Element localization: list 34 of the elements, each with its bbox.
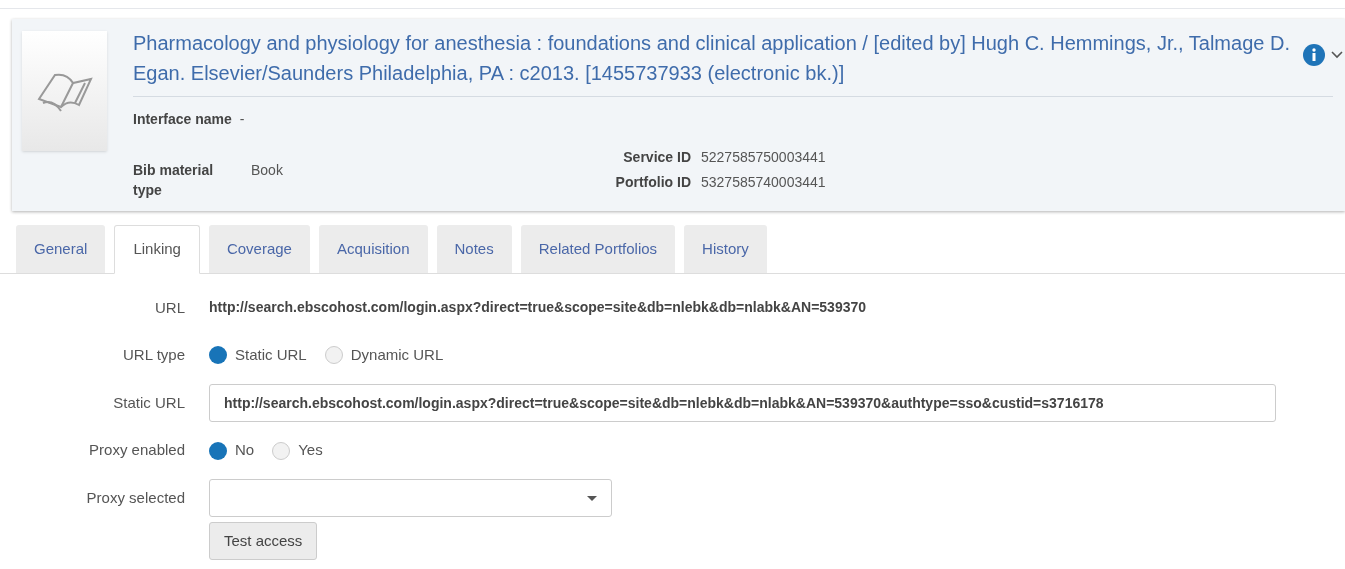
tab[interactable]: General — [16, 225, 106, 273]
radio-button[interactable] — [209, 346, 227, 365]
field-label: Portfolio ID — [614, 173, 692, 192]
tab[interactable]: Linking — [114, 225, 200, 274]
caret-icon — [587, 495, 597, 501]
field-label: Bib material type — [133, 161, 215, 200]
tab[interactable]: Notes — [436, 225, 512, 273]
tab[interactable]: Acquisition — [318, 225, 428, 273]
radio-label[interactable]: Dynamic URL — [350, 344, 444, 367]
radio-label[interactable]: Static URL — [235, 344, 307, 367]
field-value: 5327585740003441 — [701, 173, 826, 192]
field-label: Interface name — [133, 110, 233, 129]
info-icon[interactable] — [1303, 44, 1325, 66]
field-label: Proxy selected — [85, 487, 185, 508]
radio-label[interactable]: No — [235, 439, 255, 462]
chevron-down-icon[interactable] — [1331, 51, 1343, 59]
tab[interactable]: Coverage — [208, 225, 310, 273]
radio-button[interactable] — [324, 346, 343, 365]
field-value: Book — [251, 161, 283, 180]
url-text: http://search.ebscohost.com/login.aspx?direct=true&scope=site&db=nlebk&db=nlabk&AN=539370 — [209, 298, 867, 318]
field-label: Service ID — [622, 148, 692, 167]
field-value: - — [239, 110, 245, 129]
field-label: Proxy enabled — [88, 440, 185, 461]
tab[interactable]: History — [684, 225, 767, 273]
tab[interactable]: Related Portfolios — [520, 225, 676, 273]
field-label: URL — [154, 297, 185, 318]
radio-label[interactable]: Yes — [298, 439, 323, 462]
radio-button[interactable] — [272, 441, 291, 460]
field-value: 5227585750003441 — [701, 148, 826, 167]
field-label: URL type — [122, 345, 185, 366]
static-url-field[interactable]: http://search.ebscohost.com/login.aspx?direct=true&scope=site&db=nlebk&db=nlabk&AN=539370&authtype=sso&custid=s3716178 — [209, 384, 1276, 422]
field-label: Static URL — [112, 392, 185, 413]
test-access-button[interactable]: Test access — [209, 521, 318, 560]
radio-button[interactable] — [209, 441, 227, 460]
